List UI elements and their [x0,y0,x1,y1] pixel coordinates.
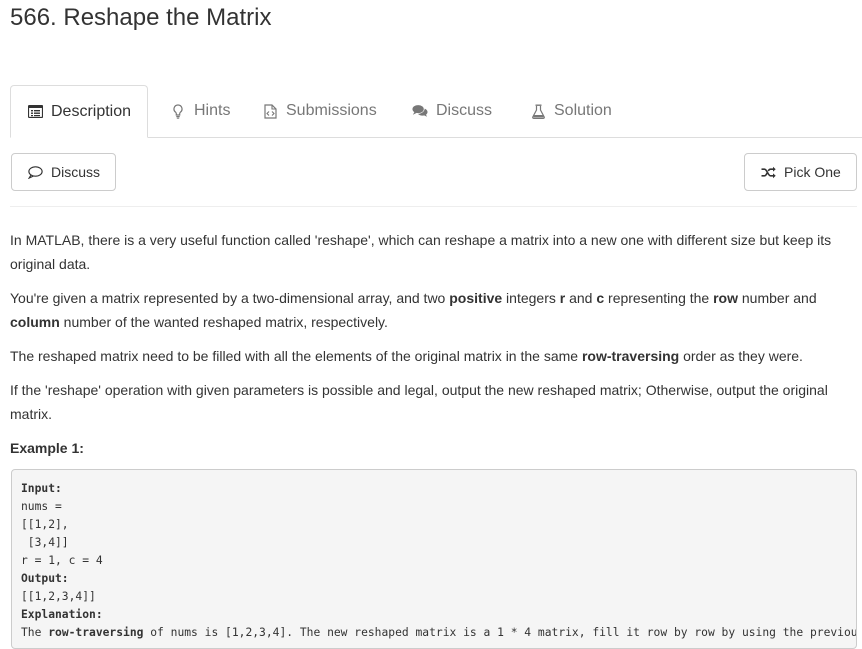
explanation-keyword: row-traversing [48,626,144,639]
keyword-column: column [10,314,60,330]
tab-label: Hints [194,102,231,119]
lightbulb-icon [170,103,186,119]
text-span: number and [738,290,817,306]
tab-label: Discuss [436,102,493,119]
flask-icon [530,103,546,119]
tab-label: Solution [554,102,612,119]
tab-label: Description [51,102,132,120]
explanation-text: The [21,626,49,639]
text-span: integers [502,290,560,306]
keyword-row: row [713,290,738,306]
text-span: The reshaped matrix need to be filled wi… [10,348,582,364]
text-span: representing the [604,290,714,306]
tab-hints[interactable]: Hints [170,85,230,137]
description-paragraph: In MATLAB, there is a very useful functi… [10,232,832,272]
tab-description[interactable]: Description [10,85,149,138]
keyword-c: c [596,290,605,306]
description-paragraph: The reshaped matrix need to be filled wi… [10,344,848,368]
output-label: Output: [21,572,69,585]
tab-solution[interactable]: Solution [530,85,612,137]
tab-bar: Description Hints Submissions Discuss So… [10,85,862,138]
tab-submissions[interactable]: Submissions [262,85,377,137]
pick-one-button[interactable]: Pick One [744,153,857,191]
keyword-row-traversing: row-traversing [581,348,680,364]
input-value: nums = [[1,2], [3,4]] r = 1, c = 4 [21,500,103,567]
file-code-icon [262,103,278,119]
comment-icon [28,165,43,179]
comments-icon [412,103,428,119]
keyword-positive: positive [449,290,503,306]
description-paragraph: If the 'reshape' operation with given pa… [10,382,828,422]
text-span: number of the wanted reshaped matrix, re… [59,314,388,330]
tab-discuss[interactable]: Discuss [412,85,492,137]
tab-label: Submissions [286,102,377,119]
discuss-button-label: Discuss [51,164,101,180]
discuss-button[interactable]: Discuss [11,153,116,191]
description-paragraph: You're given a matrix represented by a t… [10,286,848,334]
example-heading-text: Example 1: [10,440,84,456]
page-title: 566. Reshape the Matrix [10,4,272,31]
explanation-text: of nums is [1,2,3,4]. The new reshaped m… [143,626,857,639]
pick-one-button-label: Pick One [784,164,841,180]
list-alt-icon [27,104,43,120]
text-span: order as they were. [679,348,803,364]
divider [10,206,857,207]
input-label: Input: [21,482,62,495]
example-heading: Example 1: [10,436,848,460]
text-span: and [565,290,597,306]
random-icon [761,166,776,179]
output-value: [[1,2,3,4]] [21,590,96,603]
explanation-label: Explanation: [21,608,103,621]
text-span: You're given a matrix represented by a t… [10,290,450,306]
problem-description: In MATLAB, there is a very useful functi… [10,228,848,470]
example-code-block: Input: nums = [[1,2], [3,4]] r = 1, c = … [11,469,857,649]
